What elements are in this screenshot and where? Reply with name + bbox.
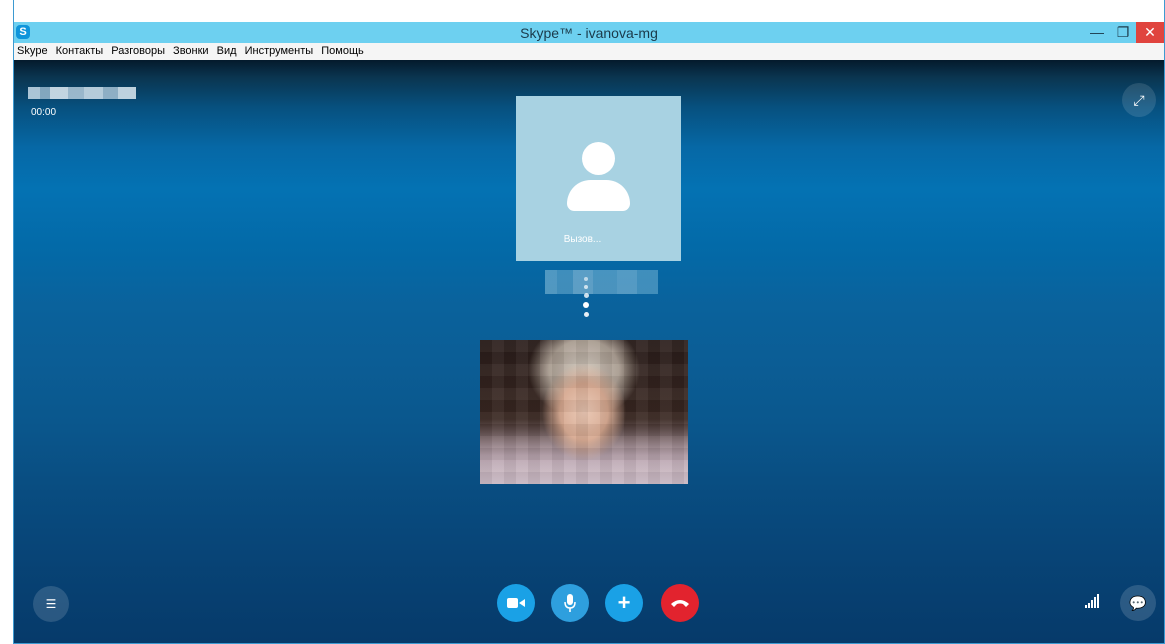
- menu-item-help[interactable]: Помощь: [321, 45, 364, 57]
- call-status: Вызов...: [563, 234, 602, 245]
- caller-name-redacted: [28, 87, 136, 99]
- add-participant-button[interactable]: +: [605, 584, 643, 622]
- progress-dot: [584, 285, 588, 289]
- avatar-body-shape: [567, 180, 630, 211]
- avatar-head-shape: [582, 142, 615, 175]
- close-button[interactable]: ✕: [1136, 22, 1164, 43]
- end-call-button[interactable]: [661, 584, 699, 622]
- self-video-preview[interactable]: [480, 340, 688, 484]
- video-camera-icon: [507, 597, 525, 608]
- maximize-button[interactable]: ❐: [1110, 22, 1136, 43]
- menu-item-conversations[interactable]: Разговоры: [111, 45, 165, 57]
- calling-progress-dots: [581, 277, 591, 321]
- menu-item-calls[interactable]: Звонки: [173, 45, 209, 57]
- menu-bar: Skype Контакты Разговоры Звонки Вид Инст…: [14, 43, 1164, 60]
- microphone-toggle-button[interactable]: [551, 584, 589, 622]
- title-bar[interactable]: S Skype™ - ivanova-mg — ❐ ✕: [14, 22, 1164, 43]
- menu-item-contacts[interactable]: Контакты: [56, 45, 104, 57]
- signal-strength-icon: [1085, 594, 1105, 608]
- progress-dot: [583, 312, 589, 317]
- call-list-button[interactable]: ☰: [33, 586, 69, 622]
- end-call-icon: [671, 599, 689, 607]
- call-timer: 00:00: [31, 107, 57, 118]
- callee-name-redacted: [537, 270, 658, 294]
- menu-item-skype[interactable]: Skype: [17, 45, 48, 57]
- menu-item-tools[interactable]: Инструменты: [245, 45, 314, 57]
- menu-item-view[interactable]: Вид: [217, 45, 237, 57]
- microphone-icon: [564, 593, 576, 612]
- fullscreen-button[interactable]: ⤢: [1122, 83, 1156, 117]
- minimize-button[interactable]: —: [1084, 22, 1110, 43]
- fullscreen-icon: ⤢: [1133, 92, 1145, 108]
- progress-dot: [583, 293, 589, 298]
- skype-window: S Skype™ - ivanova-mg — ❐ ✕ Skype Контак…: [13, 0, 1165, 644]
- plus-icon: +: [617, 590, 631, 615]
- list-icon: ☰: [45, 597, 57, 611]
- progress-dot: [584, 277, 588, 281]
- window-title: Skype™ - ivanova-mg: [520, 25, 658, 41]
- chat-bubble-icon: 💬: [1129, 595, 1147, 611]
- chat-button[interactable]: 💬: [1120, 585, 1156, 621]
- progress-dot: [583, 302, 589, 308]
- video-toggle-button[interactable]: [497, 584, 535, 622]
